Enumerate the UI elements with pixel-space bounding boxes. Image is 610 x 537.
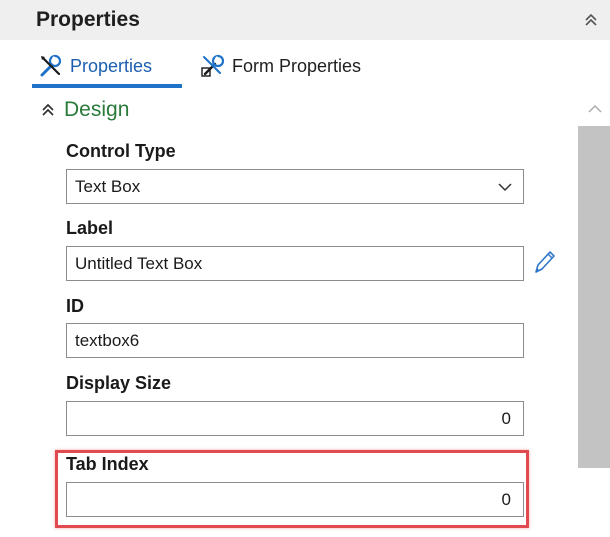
label-field-label: Label <box>66 218 114 238</box>
properties-panel: Properties Properties Form Properties De… <box>0 0 610 537</box>
active-tab-indicator <box>32 84 182 88</box>
tab-form-properties-label: Form Properties <box>232 55 362 76</box>
design-section-toggle[interactable]: Design <box>40 98 129 122</box>
tab-index-input[interactable]: 0 <box>66 482 524 517</box>
scrollbar-thumb[interactable] <box>578 126 610 468</box>
section-title: Design <box>64 98 130 121</box>
id-input[interactable]: textbox6 <box>66 323 524 358</box>
tab-properties-label: Properties <box>70 55 153 76</box>
scroll-up-arrow-icon[interactable] <box>586 101 604 117</box>
id-field-label: ID <box>66 296 84 316</box>
tab-index-label: Tab Index <box>66 454 149 474</box>
control-type-label: Control Type <box>66 141 176 161</box>
id-input-value: textbox6 <box>75 330 140 350</box>
form-tools-icon <box>201 54 225 77</box>
double-chevron-up-icon[interactable] <box>582 10 600 30</box>
panel-header: Properties <box>0 0 610 41</box>
double-chevron-up-icon <box>42 103 54 116</box>
label-input[interactable]: Untitled Text Box <box>66 246 524 281</box>
pencil-icon[interactable] <box>531 247 557 277</box>
control-type-select[interactable]: Text Box <box>66 169 524 204</box>
tab-index-value: 0 <box>501 489 511 509</box>
tools-icon <box>40 54 62 77</box>
chevron-down-icon <box>498 183 512 192</box>
control-type-value: Text Box <box>75 176 141 196</box>
panel-title: Properties <box>36 8 140 31</box>
label-input-value: Untitled Text Box <box>75 253 203 273</box>
display-size-input[interactable]: 0 <box>66 401 524 436</box>
tab-bar: Properties Form Properties <box>0 40 610 84</box>
tab-form-properties[interactable]: Form Properties <box>200 50 361 82</box>
tab-properties[interactable]: Properties <box>38 50 152 82</box>
display-size-label: Display Size <box>66 373 172 393</box>
display-size-value: 0 <box>501 408 511 428</box>
